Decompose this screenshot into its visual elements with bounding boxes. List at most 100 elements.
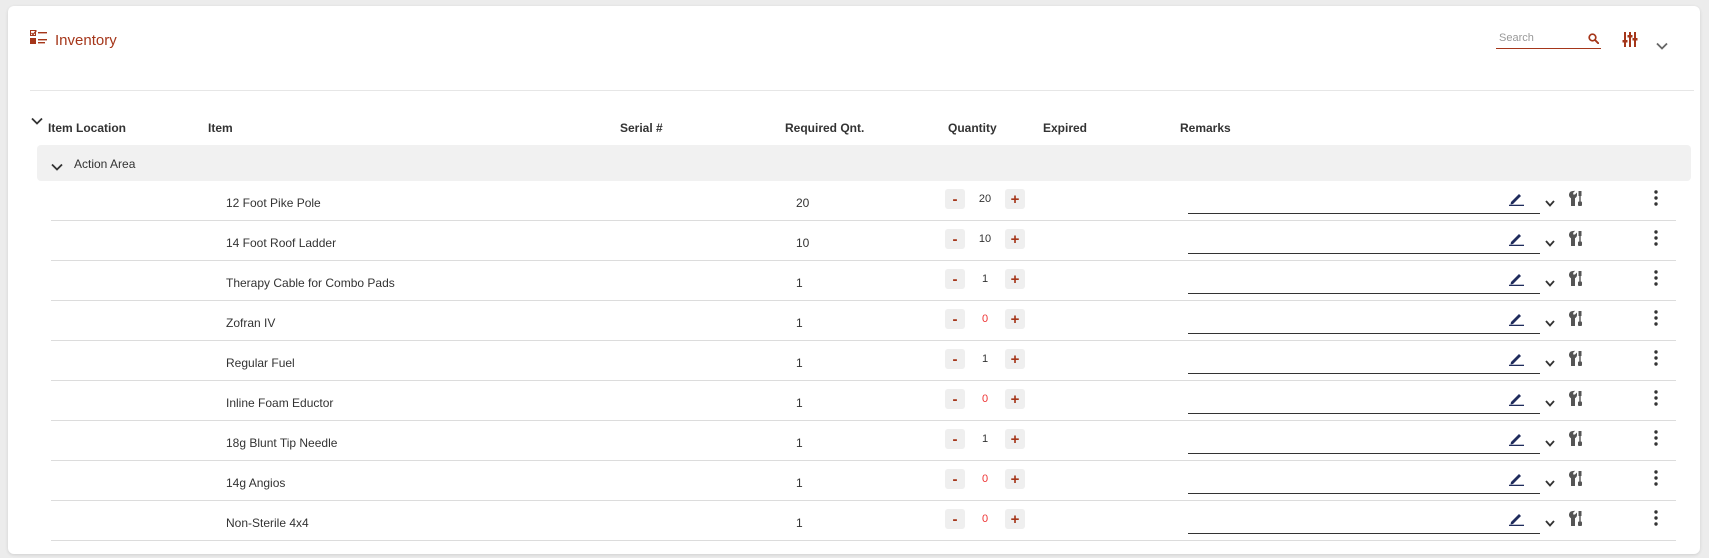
decrement-button[interactable]: -: [945, 429, 965, 449]
table-row: 12 Foot Pike Pole 20 - 20 +: [51, 181, 1676, 221]
more-vertical-icon[interactable]: [1654, 350, 1658, 371]
remarks-input[interactable]: [1188, 424, 1508, 452]
chevron-down-icon[interactable]: [1545, 434, 1555, 452]
table-row: 14g Angios 1 - 0 +: [51, 461, 1676, 501]
increment-button[interactable]: +: [1005, 509, 1025, 529]
column-header-required[interactable]: Required Qnt.: [785, 121, 864, 135]
pen-icon[interactable]: [1509, 351, 1524, 371]
more-vertical-icon[interactable]: [1654, 390, 1658, 411]
wrench-screwdriver-icon[interactable]: [1568, 230, 1584, 252]
more-vertical-icon[interactable]: [1654, 230, 1658, 251]
increment-button[interactable]: +: [1005, 309, 1025, 329]
increment-button[interactable]: +: [1005, 349, 1025, 369]
remarks-field[interactable]: [1188, 264, 1540, 294]
group-row-action-area[interactable]: Action Area: [37, 145, 1691, 181]
remarks-field[interactable]: [1188, 184, 1540, 214]
remarks-input[interactable]: [1188, 464, 1508, 492]
quantity-value[interactable]: 20: [967, 193, 1003, 205]
remarks-field[interactable]: [1188, 504, 1540, 534]
more-vertical-icon[interactable]: [1654, 430, 1658, 451]
quantity-value[interactable]: 10: [967, 233, 1003, 245]
decrement-button[interactable]: -: [945, 189, 965, 209]
pen-icon[interactable]: [1509, 191, 1524, 211]
quantity-value[interactable]: 0: [967, 393, 1003, 405]
remarks-field[interactable]: [1188, 384, 1540, 414]
remarks-field[interactable]: [1188, 424, 1540, 454]
more-vertical-icon[interactable]: [1654, 310, 1658, 331]
column-header-serial[interactable]: Serial #: [620, 121, 663, 135]
quantity-value[interactable]: 0: [967, 513, 1003, 525]
sliders-icon[interactable]: [1622, 32, 1638, 52]
quantity-value[interactable]: 1: [967, 273, 1003, 285]
increment-button[interactable]: +: [1005, 389, 1025, 409]
chevron-down-icon[interactable]: [1545, 314, 1555, 332]
more-vertical-icon[interactable]: [1654, 510, 1658, 531]
increment-button[interactable]: +: [1005, 229, 1025, 249]
wrench-screwdriver-icon[interactable]: [1568, 190, 1584, 212]
decrement-button[interactable]: -: [945, 469, 965, 489]
pen-icon[interactable]: [1509, 511, 1524, 531]
sort-chevron-icon[interactable]: [31, 114, 43, 128]
item-name: Inline Foam Eductor: [226, 396, 334, 410]
column-header-quantity[interactable]: Quantity: [948, 121, 997, 135]
wrench-screwdriver-icon[interactable]: [1568, 310, 1584, 332]
search-field[interactable]: [1496, 28, 1601, 49]
wrench-screwdriver-icon[interactable]: [1568, 510, 1584, 532]
increment-button[interactable]: +: [1005, 429, 1025, 449]
pen-icon[interactable]: [1509, 271, 1524, 291]
remarks-input[interactable]: [1188, 184, 1508, 212]
remarks-input[interactable]: [1188, 304, 1508, 332]
chevron-down-icon[interactable]: [1545, 394, 1555, 412]
remarks-input[interactable]: [1188, 504, 1508, 532]
column-header-remarks[interactable]: Remarks: [1180, 121, 1231, 135]
chevron-down-icon[interactable]: [1545, 194, 1555, 212]
decrement-button[interactable]: -: [945, 389, 965, 409]
remarks-input[interactable]: [1188, 384, 1508, 412]
chevron-down-icon[interactable]: [51, 158, 63, 176]
wrench-screwdriver-icon[interactable]: [1568, 430, 1584, 452]
quantity-value[interactable]: 1: [967, 433, 1003, 445]
remarks-field[interactable]: [1188, 344, 1540, 374]
chevron-down-icon[interactable]: [1545, 274, 1555, 292]
pen-icon[interactable]: [1509, 311, 1524, 331]
chevron-down-icon[interactable]: [1545, 234, 1555, 252]
column-header-item-location[interactable]: Item Location: [48, 121, 126, 135]
pen-icon[interactable]: [1509, 471, 1524, 491]
quantity-value[interactable]: 1: [967, 353, 1003, 365]
pen-icon[interactable]: [1509, 391, 1524, 411]
increment-button[interactable]: +: [1005, 269, 1025, 289]
chevron-down-icon[interactable]: [1545, 474, 1555, 492]
wrench-screwdriver-icon[interactable]: [1568, 470, 1584, 492]
wrench-screwdriver-icon[interactable]: [1568, 390, 1584, 412]
decrement-button[interactable]: -: [945, 309, 965, 329]
remarks-field[interactable]: [1188, 224, 1540, 254]
column-header-expired[interactable]: Expired: [1043, 121, 1087, 135]
decrement-button[interactable]: -: [945, 269, 965, 289]
remarks-field[interactable]: [1188, 304, 1540, 334]
decrement-button[interactable]: -: [945, 509, 965, 529]
remarks-input[interactable]: [1188, 344, 1508, 372]
wrench-screwdriver-icon[interactable]: [1568, 350, 1584, 372]
increment-button[interactable]: +: [1005, 189, 1025, 209]
table-row: 14 Foot Roof Ladder 10 - 10 +: [51, 221, 1676, 261]
more-vertical-icon[interactable]: [1654, 470, 1658, 491]
search-icon[interactable]: [1588, 31, 1600, 49]
remarks-field[interactable]: [1188, 464, 1540, 494]
increment-button[interactable]: +: [1005, 469, 1025, 489]
pen-icon[interactable]: [1509, 431, 1524, 451]
remarks-input[interactable]: [1188, 224, 1508, 252]
more-vertical-icon[interactable]: [1654, 190, 1658, 211]
chevron-down-icon[interactable]: [1545, 514, 1555, 532]
more-vertical-icon[interactable]: [1654, 270, 1658, 291]
chevron-down-icon[interactable]: [1545, 354, 1555, 372]
column-header-item[interactable]: Item: [208, 121, 233, 135]
remarks-input[interactable]: [1188, 264, 1508, 292]
chevron-down-icon[interactable]: [1656, 37, 1668, 55]
quantity-value[interactable]: 0: [967, 313, 1003, 325]
decrement-button[interactable]: -: [945, 349, 965, 369]
quantity-value[interactable]: 0: [967, 473, 1003, 485]
search-input[interactable]: [1496, 32, 1582, 44]
wrench-screwdriver-icon[interactable]: [1568, 270, 1584, 292]
decrement-button[interactable]: -: [945, 229, 965, 249]
pen-icon[interactable]: [1509, 231, 1524, 251]
